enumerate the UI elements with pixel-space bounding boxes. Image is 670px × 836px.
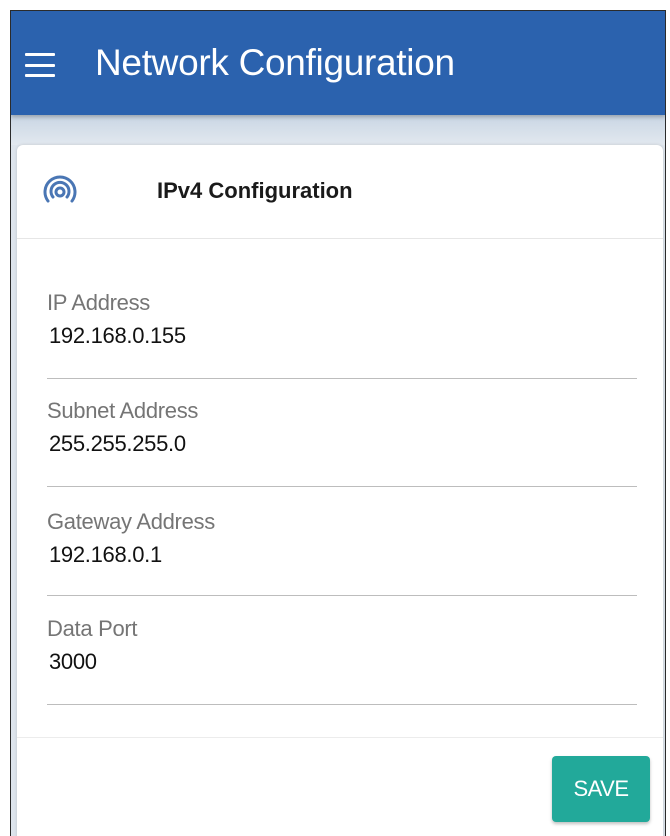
subnet-address-label: Subnet Address bbox=[47, 398, 199, 423]
ipv4-config-card: IPv4 Configuration IP Address 192.168.0.… bbox=[17, 145, 663, 836]
subnet-address-field[interactable]: Subnet Address 255.255.255.0 bbox=[47, 398, 637, 487]
gateway-address-label: Gateway Address bbox=[47, 509, 215, 534]
data-port-field[interactable]: Data Port 3000 bbox=[47, 616, 637, 705]
subnet-address-value[interactable]: 255.255.255.0 bbox=[49, 431, 186, 457]
card-header: IPv4 Configuration bbox=[17, 145, 663, 239]
app-title: Network Configuration bbox=[95, 42, 455, 83]
ip-address-value[interactable]: 192.168.0.155 bbox=[49, 323, 186, 349]
gateway-address-value[interactable]: 192.168.0.1 bbox=[49, 542, 162, 568]
ip-address-label: IP Address bbox=[47, 290, 150, 315]
gateway-address-field[interactable]: Gateway Address 192.168.0.1 bbox=[47, 509, 637, 596]
data-port-value[interactable]: 3000 bbox=[49, 649, 97, 675]
ip-address-field[interactable]: IP Address 192.168.0.155 bbox=[47, 290, 637, 379]
app-screen: Network Configuration IPv4 Configuration… bbox=[10, 10, 666, 836]
save-button[interactable]: SAVE bbox=[552, 756, 650, 822]
data-port-label: Data Port bbox=[47, 616, 138, 641]
app-bar-shadow bbox=[11, 115, 665, 145]
wifi-signal-icon bbox=[43, 175, 77, 203]
card-title: IPv4 Configuration bbox=[157, 178, 353, 203]
hamburger-menu-icon[interactable] bbox=[25, 53, 55, 77]
card-footer: SAVE bbox=[17, 737, 663, 836]
app-bar: Network Configuration bbox=[11, 11, 665, 115]
